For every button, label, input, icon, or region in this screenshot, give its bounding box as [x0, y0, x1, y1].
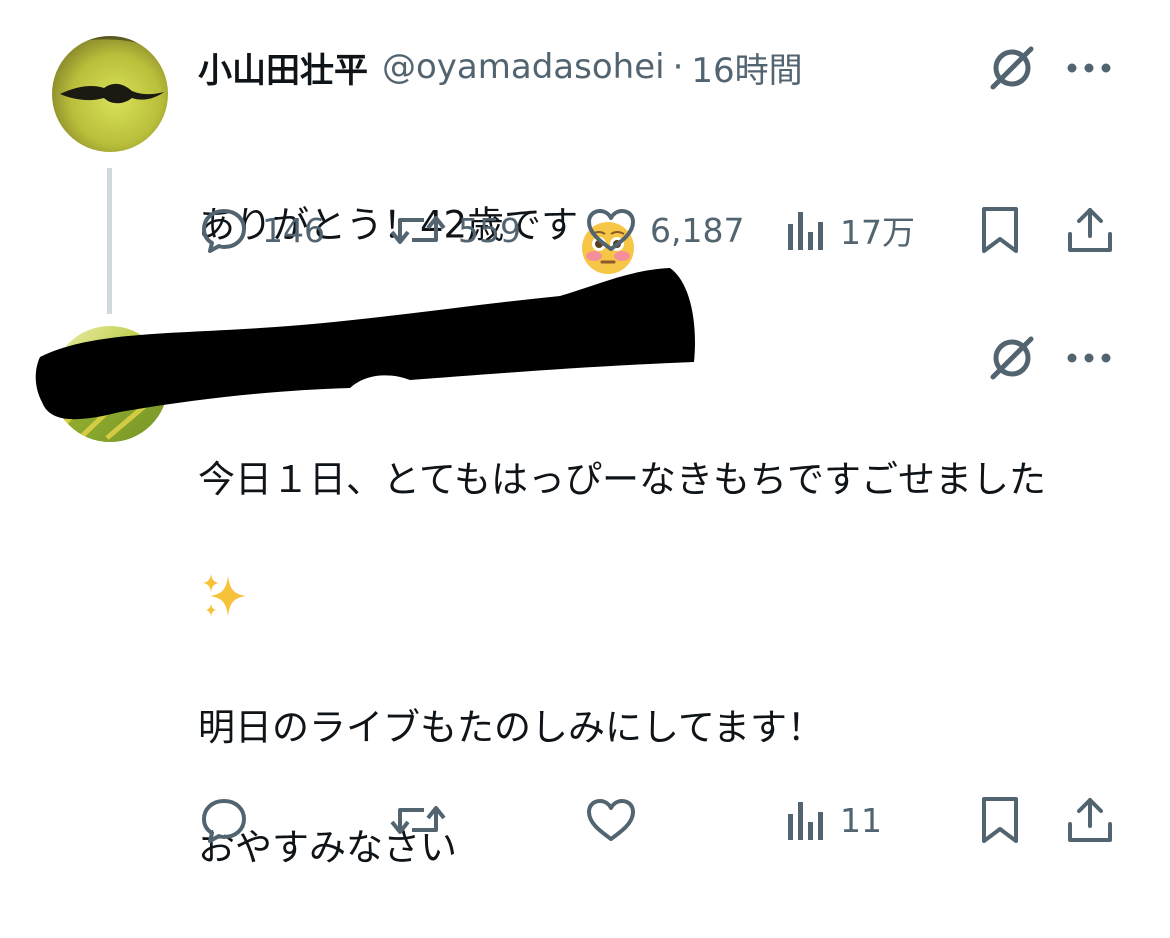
view-count: 17万: [840, 213, 915, 252]
avatar[interactable]: [52, 36, 168, 152]
sparkles-emoji: [200, 510, 250, 638]
like-count: 6,187: [650, 210, 745, 250]
tweet-actions: 146 559 6,187 17万: [0, 200, 1170, 260]
timestamp[interactable]: 16時間: [691, 43, 802, 92]
like-icon: [587, 799, 635, 841]
view-count: 11: [840, 800, 882, 840]
avatar-image: [52, 326, 168, 442]
views-icon: [788, 802, 823, 840]
views-icon: [788, 212, 823, 250]
tweet-body-continued: 明日のライブもたのしみにしてます！ おやすみなさい: [198, 706, 825, 869]
separator-dot: ·: [672, 47, 684, 87]
tweet-body: 今日１日、とてもはっぴーなきもちですごせました: [198, 458, 1047, 501]
reply-count: 146: [262, 210, 325, 250]
avatar[interactable]: [52, 326, 168, 442]
bookmark-button[interactable]: [976, 200, 1026, 260]
bookmark-icon: [982, 207, 1018, 253]
repost-count: 559: [458, 210, 521, 250]
like-icon: [587, 209, 635, 251]
reply-icon: [202, 209, 246, 253]
share-button[interactable]: [1064, 790, 1116, 850]
views-button[interactable]: 17万: [784, 200, 915, 260]
grok-icon[interactable]: [984, 40, 1040, 96]
share-button[interactable]: [1064, 200, 1116, 260]
repost-icon: [390, 216, 446, 244]
tweet-header: [198, 332, 212, 382]
display-name[interactable]: 小山田壮平: [198, 43, 368, 92]
share-icon: [1068, 208, 1112, 252]
like-button[interactable]: [584, 790, 638, 850]
reply-button[interactable]: [198, 790, 250, 850]
tweet-1[interactable]: 小山田壮平 @oyamadasohei · 16時間 ありがとう！42歳です 1…: [0, 0, 1170, 314]
reply-icon: [202, 799, 246, 843]
tweet-header: 小山田壮平 @oyamadasohei · 16時間: [198, 42, 803, 92]
repost-button[interactable]: [390, 790, 446, 850]
grok-icon[interactable]: [984, 330, 1040, 386]
share-icon: [1068, 798, 1112, 842]
tweet-2[interactable]: 今日１日、とてもはっぴーなきもちですごせました 明日のライブもたのしみにしてます…: [0, 290, 1170, 877]
user-handle[interactable]: @oyamadasohei: [382, 47, 665, 87]
views-button[interactable]: 11: [784, 790, 882, 850]
bookmark-icon: [982, 797, 1018, 843]
repost-button[interactable]: 559: [390, 200, 521, 260]
avatar-image: [52, 36, 168, 152]
tweet-actions: 11: [0, 790, 1170, 850]
tweet-text: ありがとう！42歳です: [198, 100, 636, 294]
tweet-text: 今日１日、とてもはっぴーなきもちですごせました 明日のライブもたのしみにしてます…: [198, 390, 1098, 938]
reply-button[interactable]: 146: [198, 200, 325, 260]
repost-icon: [390, 806, 446, 834]
like-button[interactable]: 6,187: [584, 200, 744, 260]
bookmark-button[interactable]: [976, 790, 1026, 850]
more-options-icon[interactable]: [1064, 338, 1114, 378]
more-options-icon[interactable]: [1064, 48, 1114, 88]
